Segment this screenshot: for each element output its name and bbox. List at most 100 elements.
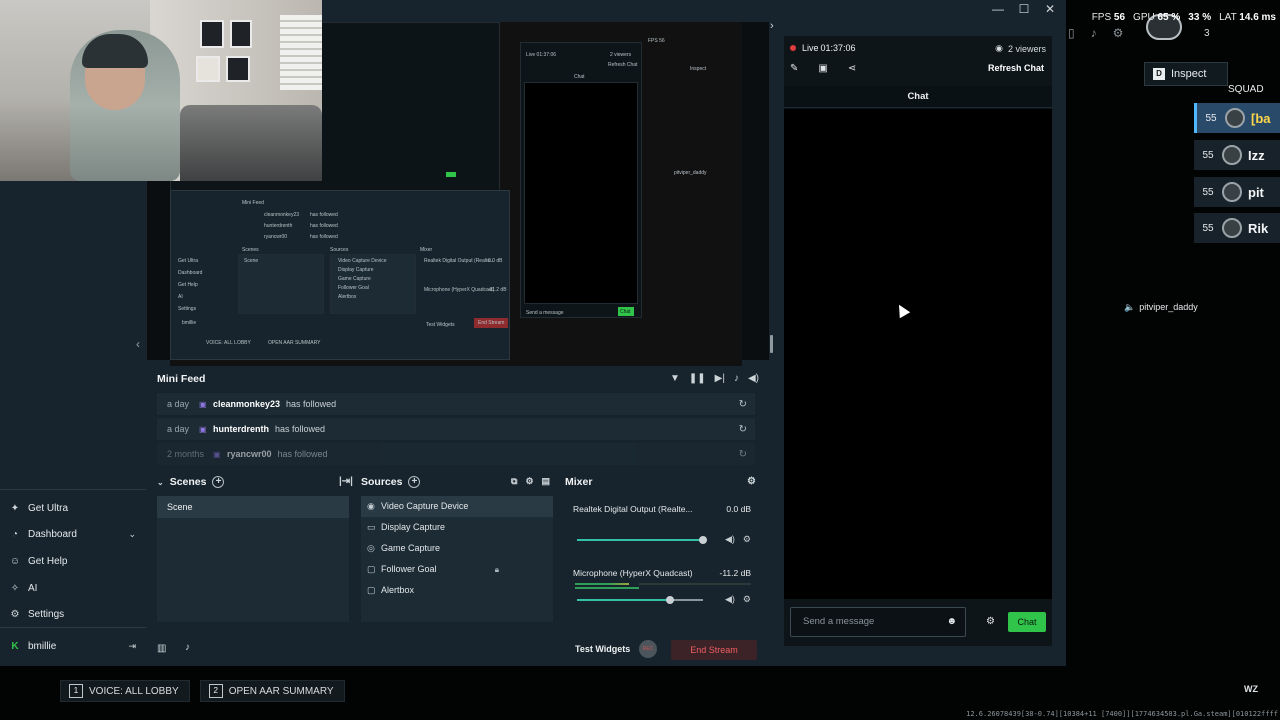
inspect-key: D [1153,68,1165,80]
squad-level: 55 [1205,112,1217,124]
replay-icon[interactable]: ↻ [739,449,747,460]
logout-icon[interactable]: ⇥ [128,641,136,652]
user-name: bmillie [28,640,57,652]
end-stream-button[interactable]: End Stream [671,640,757,660]
chevron-down-icon[interactable]: ⌄ [157,478,164,487]
chat-messages[interactable] [784,109,1052,599]
filter-icon[interactable]: ▼ [670,373,680,384]
nav-settings[interactable]: ⚙ Settings [10,605,136,623]
audio-meter [575,583,629,585]
preview-text: has followed [310,212,338,218]
source-item-video-capture[interactable]: ◉ Video Capture Device [361,496,553,517]
nav-get-ultra[interactable]: ✦ Get Ultra [10,499,136,517]
replay-icon[interactable]: ↻ [739,399,747,410]
perf-stats: FPS 56 GPU 65 % 33 % LAT 14.6 ms [1092,12,1276,23]
test-widgets-button[interactable]: Test Widgets [575,644,630,654]
feed-user[interactable]: cleanmonkey23 [213,399,280,409]
expand-chat-icon[interactable]: › [770,20,774,32]
preview-text: Chat [620,309,631,315]
preview-text: VOICE: ALL LOBBY [206,340,251,346]
camera-icon: ◉ [367,501,375,511]
share-icon[interactable]: ⋖ [848,63,856,74]
group-icon[interactable]: ⧉ [511,476,517,487]
slider-knob[interactable] [666,596,674,604]
close-button[interactable]: ✕ [1042,2,1058,16]
squad-level: 55 [1202,222,1214,234]
scene-collection-icon[interactable]: |⇥| [339,476,353,487]
bell-icon[interactable]: ♪ [734,373,739,384]
volume-icon[interactable]: ◀) [725,534,735,545]
mixer-settings-icon[interactable]: ⚙ [747,476,756,487]
squad-emblem-icon [1222,182,1242,202]
left-nav: ✦ Get Ultra ◔ Dashboard ⌄ ☺ Get Help ✧ A… [0,181,146,666]
preview-text: Mixer [420,247,433,253]
add-scene-button[interactable]: + [212,476,225,488]
nav-get-help[interactable]: ☺ Get Help [10,552,136,570]
inspect-prompt[interactable]: D Inspect [1144,62,1228,86]
minimize-button[interactable]: — [990,2,1006,16]
scrollbar[interactable] [770,335,773,353]
collapse-left-icon[interactable]: ‹ [136,337,140,351]
pause-icon[interactable]: ❚❚ [689,373,706,384]
feed-row: a day ▣ hunterdrenth has followed ↻ [157,418,755,440]
channel-name: Microphone (HyperX Quadcast) [573,568,693,578]
stats-icon[interactable]: ▥ [157,643,166,654]
chat-settings-icon[interactable]: ⚙ [986,616,995,627]
source-item-game-capture[interactable]: ◎ Game Capture [361,538,553,559]
source-tools: ⧉ ⚙ ▤ [511,476,550,487]
twitch-icon: ▣ [199,424,207,434]
preview-text: AI [178,294,183,300]
gear-icon[interactable]: ⚙ [743,534,751,545]
hint-voice[interactable]: 1 VOICE: ALL LOBBY [60,680,190,702]
add-source-button[interactable]: + [408,476,421,488]
record-button[interactable]: REC [639,640,657,658]
chat-input[interactable]: Send a message ☻ [790,607,966,637]
nav-dashboard[interactable]: ◔ Dashboard ⌄ [10,525,136,543]
squad-name: pit [1248,184,1264,200]
hint-aar[interactable]: 2 OPEN AAR SUMMARY [199,680,345,702]
cpu-stat: 33 % [1188,12,1212,23]
edit-icon[interactable]: ✎ [790,63,798,74]
bell-icon: ♪ [1090,26,1097,40]
feed-row: 2 months ▣ ryancwr00 has followed ↻ [157,443,755,465]
debug-string: 12.6.26078439[38-0.74][10384+11 [7400]][… [966,710,1278,718]
squad-name: [ba [1251,110,1271,126]
widget-icon: ▢ [367,564,376,574]
source-settings-icon[interactable]: ⚙ [525,476,533,487]
scene-item[interactable]: Scene [157,496,349,518]
volume-icon[interactable]: ◀) [748,373,759,384]
volume-slider[interactable] [577,536,707,544]
emoji-icon[interactable]: ☻ [946,608,957,636]
feed-user[interactable]: ryancwr00 [227,449,272,459]
volume-slider[interactable] [577,596,703,604]
skip-icon[interactable]: ▶| [715,373,725,384]
slider-knob[interactable] [699,536,707,544]
monitor-icon: ▭ [367,522,376,532]
preview-text: Refresh Chat [608,62,638,68]
eye-icon: ◉ [995,43,1003,53]
camera-icon[interactable]: ▣ [818,63,827,74]
notification-icon[interactable]: ♪ [185,642,190,653]
preview-text: Scenes [242,247,259,253]
preview-text: cleanmonkey23 [264,212,300,218]
source-item-display-capture[interactable]: ▭ Display Capture [361,517,553,538]
lock-icon[interactable]: 🔒︎ [495,559,499,580]
refresh-chat-button[interactable]: Refresh Chat [988,63,1044,73]
source-item-alertbox[interactable]: ▢ Alertbox [361,580,553,601]
live-status: Live 01:37:06 [790,43,856,53]
chat-send-button[interactable]: Chat [1008,612,1046,632]
studio-footer: ▥ ♪ Test Widgets REC End Stream [147,634,769,664]
maximize-button[interactable]: ☐ [1016,2,1032,16]
folder-icon[interactable]: ▤ [542,476,551,487]
gear-icon[interactable]: ⚙ [743,594,751,605]
volume-icon[interactable]: ◀) [725,594,735,605]
nav-ai[interactable]: ✧ AI [10,579,136,597]
slider-fill [577,599,670,601]
feed-user[interactable]: hunterdrenth [213,424,269,434]
preview-text: Chat [574,74,585,80]
source-item-follower-goal[interactable]: ▢ Follower Goal 🔒︎ [361,559,553,580]
preview-text: has followed [310,223,338,229]
squad-emblem-icon [1225,108,1245,128]
nav-user[interactable]: K bmillie ⇥ [10,637,136,655]
replay-icon[interactable]: ↻ [739,424,747,435]
